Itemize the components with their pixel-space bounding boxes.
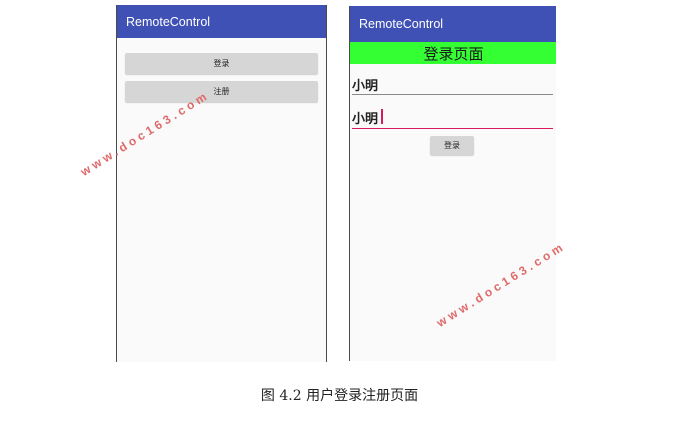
text-cursor — [381, 109, 383, 124]
password-field[interactable]: 小明 — [352, 107, 553, 129]
right-app-bar: RemoteControl — [350, 6, 556, 42]
left-app-bar: RemoteControl — [117, 5, 326, 38]
login-button[interactable]: 登录 — [125, 53, 318, 74]
figure-caption: 图 4.2 用户登录注册页面 — [260, 388, 419, 404]
username-field[interactable]: 小明 — [352, 74, 553, 95]
register-button[interactable]: 注册 — [125, 81, 318, 102]
left-phone-screen: RemoteControl 登录 注册 — [116, 5, 327, 362]
login-page-banner: 登录页面 — [350, 42, 556, 64]
left-app-title: RemoteControl — [126, 15, 211, 29]
username-value: 小明 — [352, 79, 379, 94]
submit-login-button[interactable]: 登录 — [430, 136, 474, 155]
right-app-title: RemoteControl — [359, 17, 444, 31]
password-value: 小明 — [352, 112, 379, 127]
